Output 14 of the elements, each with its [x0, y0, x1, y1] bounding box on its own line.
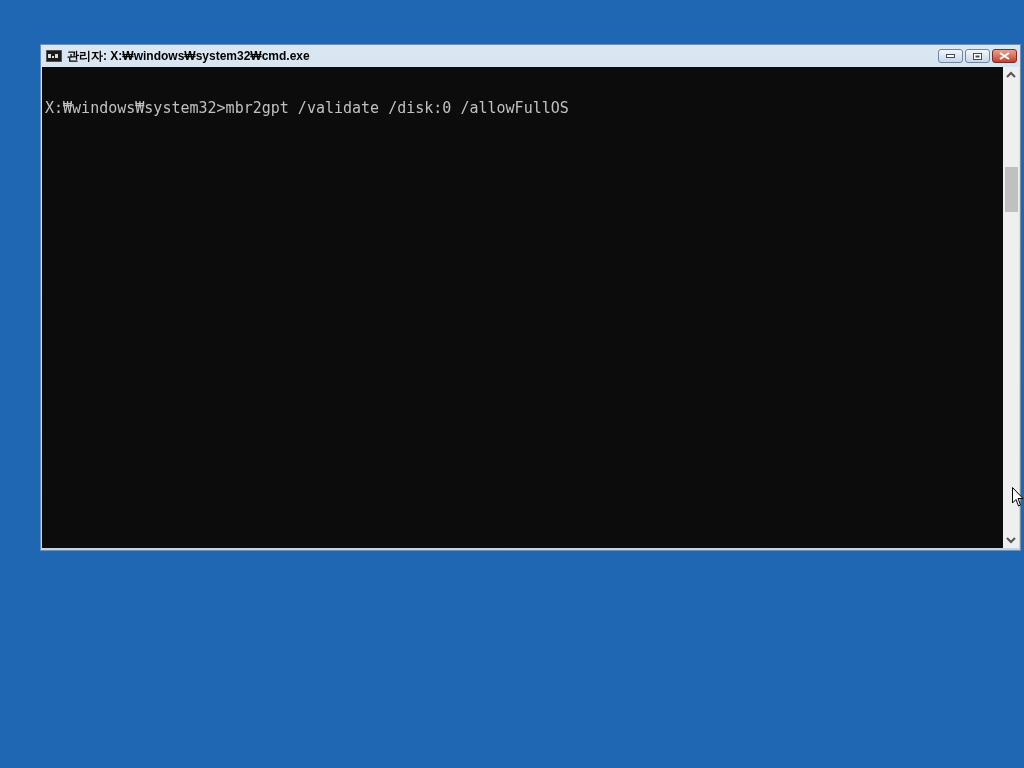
- mouse-pointer-icon: [1012, 487, 1024, 508]
- window-title: 관리자: X:₩windows₩system32₩cmd.exe: [67, 48, 310, 65]
- close-button[interactable]: [992, 49, 1017, 63]
- maximize-icon: [973, 52, 982, 60]
- console-app-icon: [46, 50, 62, 62]
- scroll-up-icon[interactable]: [1006, 71, 1016, 79]
- minimize-button[interactable]: [938, 49, 963, 63]
- minimize-icon: [946, 54, 955, 58]
- maximize-button[interactable]: [965, 49, 990, 63]
- scroll-thumb[interactable]: [1004, 167, 1018, 212]
- close-icon: [999, 52, 1010, 60]
- scroll-down-icon[interactable]: [1006, 536, 1016, 544]
- scrollbar[interactable]: [1003, 67, 1019, 548]
- console-line: X:₩windows₩system32>mbr2gpt /validate /disk:0 /allowFullOS: [45, 99, 570, 117]
